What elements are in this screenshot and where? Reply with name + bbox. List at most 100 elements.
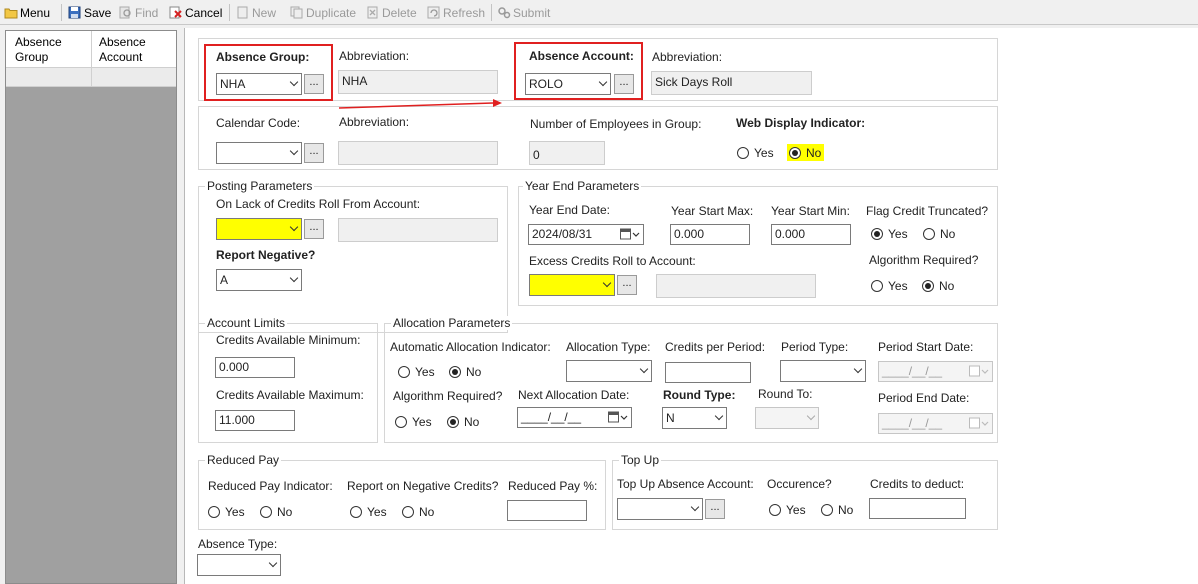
year-start-min-input[interactable]: 0.000 — [771, 224, 851, 245]
reduced-pay-pct-label: Reduced Pay %: — [508, 479, 598, 493]
delete-button[interactable]: Delete — [366, 4, 417, 21]
report-negative-no-radio[interactable]: No — [402, 505, 434, 519]
posting-parameters-title: Posting Parameters — [205, 179, 315, 193]
flag-credit-yes-radio[interactable]: Yes — [871, 227, 908, 241]
period-end-date-field[interactable]: ____/__/__ — [878, 413, 993, 434]
calendar-code-label: Calendar Code: — [216, 116, 301, 130]
absence-type-select[interactable] — [197, 554, 281, 576]
lack-credits-select[interactable] — [216, 218, 302, 240]
calendar-icon[interactable] — [608, 411, 628, 424]
reduced-pay-yes-radio[interactable]: Yes — [208, 505, 245, 519]
occurence-yes-radio[interactable]: Yes — [769, 503, 806, 517]
duplicate-button[interactable]: Duplicate — [290, 4, 356, 21]
round-type-select[interactable]: N — [662, 407, 727, 429]
calendar-code-select[interactable] — [216, 142, 302, 164]
radio-circle — [789, 146, 801, 159]
calendar-icon[interactable] — [620, 228, 640, 241]
radio-circle — [821, 504, 833, 516]
reduced-pay-pct-input[interactable] — [507, 500, 587, 521]
list-row[interactable] — [6, 68, 176, 87]
reduced-pay-no-radio[interactable]: No — [260, 505, 292, 519]
next-allocation-date-label: Next Allocation Date: — [518, 388, 630, 402]
find-button[interactable]: Find — [119, 4, 158, 21]
next-allocation-date-field[interactable]: ____/__/__ — [517, 407, 632, 428]
radio-circle — [260, 506, 272, 518]
annotation-arrow — [338, 99, 502, 109]
calendar-icon[interactable] — [969, 365, 989, 378]
menu-button[interactable]: Menu — [4, 4, 50, 21]
period-end-date-label: Period End Date: — [878, 391, 970, 405]
occurence-label: Occurence? — [767, 477, 832, 491]
report-negative-select[interactable]: A — [216, 269, 302, 291]
chevron-down-icon — [268, 558, 278, 568]
chevron-down-icon — [690, 502, 700, 512]
top-up-account-select[interactable] — [617, 498, 703, 520]
year-start-min-label: Year Start Min: — [771, 204, 850, 218]
duplicate-icon — [290, 6, 303, 19]
occurence-no-radio[interactable]: No — [821, 503, 853, 517]
period-type-select[interactable] — [780, 360, 866, 382]
radio-circle — [395, 416, 407, 428]
chevron-down-icon — [289, 146, 299, 156]
radio-circle — [208, 506, 220, 518]
year-end-date-field[interactable]: 2024/08/31 — [528, 224, 644, 245]
excess-credits-lookup-button[interactable]: ... — [617, 275, 637, 295]
group-abbreviation-field: NHA — [338, 70, 498, 94]
chevron-down-icon — [602, 278, 612, 288]
credits-min-label: Credits Available Minimum: — [216, 333, 361, 347]
radio-circle — [447, 416, 459, 428]
column-header-absence-group[interactable]: Absence Group — [15, 35, 62, 65]
calendar-code-lookup-button[interactable]: ... — [304, 143, 324, 163]
top-up-lookup-button[interactable]: ... — [705, 499, 725, 519]
round-to-label: Round To: — [758, 387, 813, 401]
save-button[interactable]: Save — [68, 4, 111, 21]
num-employees-label: Number of Employees in Group: — [530, 117, 702, 131]
radio-circle — [769, 504, 781, 516]
account-abbreviation-field: Sick Days Roll — [651, 71, 812, 95]
lack-credits-lookup-button[interactable]: ... — [304, 219, 324, 239]
calendar-icon[interactable] — [969, 417, 989, 430]
new-doc-icon — [236, 6, 249, 19]
cancel-button[interactable]: Cancel — [169, 4, 222, 21]
top-up-title: Top Up — [619, 453, 662, 467]
column-header-absence-account[interactable]: Absence Account — [99, 35, 146, 65]
chevron-down-icon — [806, 411, 816, 421]
account-limits-title: Account Limits — [205, 316, 288, 330]
refresh-icon — [427, 6, 440, 19]
credits-to-deduct-label: Credits to deduct: — [870, 477, 965, 491]
absence-type-label: Absence Type: — [198, 537, 278, 551]
credits-per-period-label: Credits per Period: — [665, 340, 766, 354]
radio-circle — [922, 280, 934, 292]
credits-max-input[interactable]: 11.000 — [215, 410, 295, 431]
lack-credits-abbreviation-field — [338, 218, 498, 242]
year-start-max-input[interactable]: 0.000 — [670, 224, 750, 245]
credits-min-input[interactable]: 0.000 — [215, 357, 295, 378]
reduced-pay-title: Reduced Pay — [205, 453, 282, 467]
new-button[interactable]: New — [236, 4, 276, 21]
year-end-parameters-title: Year End Parameters — [523, 179, 642, 193]
report-negative-label: Report Negative? — [216, 248, 316, 262]
round-to-select[interactable] — [755, 407, 819, 429]
algorithm-no-radio[interactable]: No — [922, 279, 954, 293]
refresh-button[interactable]: Refresh — [427, 4, 485, 21]
reduced-pay-indicator-label: Reduced Pay Indicator: — [208, 479, 333, 493]
report-negative-yes-radio[interactable]: Yes — [350, 505, 387, 519]
submit-button[interactable]: Submit — [497, 4, 550, 21]
allocation-type-select[interactable] — [566, 360, 652, 382]
web-display-no-radio[interactable]: No — [787, 144, 825, 161]
radio-circle — [871, 280, 883, 292]
flag-credit-truncated-label: Flag Credit Truncated? — [866, 204, 989, 218]
auto-allocation-no-radio[interactable]: No — [449, 365, 481, 379]
radio-circle — [402, 506, 414, 518]
period-start-date-field[interactable]: ____/__/__ — [878, 361, 993, 382]
allocation-algorithm-no-radio[interactable]: No — [447, 415, 479, 429]
flag-credit-no-radio[interactable]: No — [923, 227, 955, 241]
web-display-yes-radio[interactable]: Yes — [737, 146, 774, 160]
excess-credits-select[interactable] — [529, 274, 615, 296]
credits-per-period-input[interactable] — [665, 362, 751, 383]
absence-list-panel: Absence Group Absence Account — [5, 30, 177, 584]
algorithm-yes-radio[interactable]: Yes — [871, 279, 908, 293]
credits-to-deduct-input[interactable] — [869, 498, 966, 519]
auto-allocation-yes-radio[interactable]: Yes — [398, 365, 435, 379]
allocation-algorithm-yes-radio[interactable]: Yes — [395, 415, 432, 429]
